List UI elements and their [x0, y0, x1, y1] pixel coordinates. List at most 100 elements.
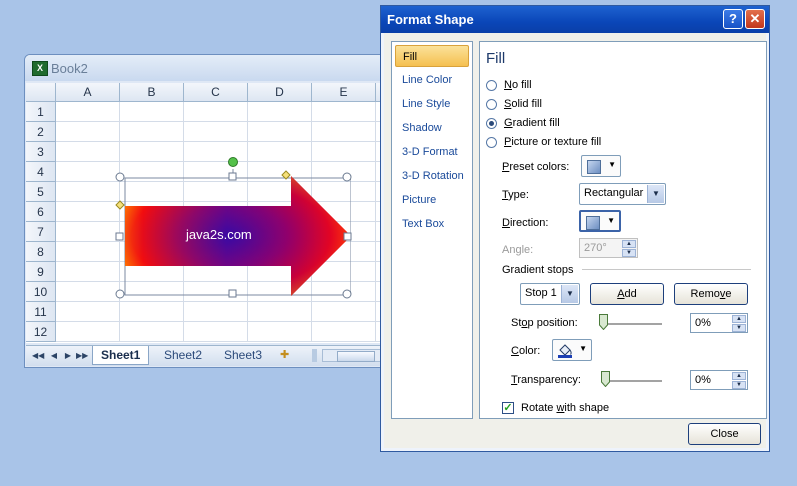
- row-header[interactable]: 4: [26, 162, 56, 182]
- spin-down-icon[interactable]: ▼: [622, 249, 636, 257]
- stop-value: Stop 1: [525, 287, 557, 299]
- stop-position-slider-thumb[interactable]: [599, 314, 608, 330]
- color-label: Color:: [511, 345, 541, 357]
- resize-handle-nw[interactable]: [115, 172, 125, 182]
- rotate-with-shape-label[interactable]: Rotate with shape: [521, 402, 609, 414]
- tab-split-handle[interactable]: [312, 349, 317, 362]
- last-sheet-button[interactable]: ▶▶: [76, 349, 88, 362]
- insert-sheet-icon[interactable]: ✚: [280, 348, 296, 362]
- help-button[interactable]: ?: [723, 9, 743, 29]
- rotate-with-shape-checkbox[interactable]: ✓: [502, 402, 514, 414]
- column-header-a[interactable]: A: [56, 83, 120, 102]
- sheet-tab-sheet2[interactable]: Sheet2: [156, 346, 210, 364]
- picture-fill-label[interactable]: Picture or texture fill: [504, 136, 601, 148]
- nav-item-line-color[interactable]: Line Color: [395, 69, 469, 91]
- spin-down-icon[interactable]: ▼: [732, 381, 746, 389]
- gradient-fill-label[interactable]: Gradient fill: [504, 117, 560, 129]
- row-header[interactable]: 12: [26, 322, 56, 342]
- row-header[interactable]: 1: [26, 102, 56, 122]
- sheet-tab-sheet3[interactable]: Sheet3: [216, 346, 270, 364]
- column-header-b[interactable]: B: [120, 83, 184, 102]
- resize-handle-n[interactable]: [228, 172, 237, 181]
- stop-position-slider[interactable]: [601, 323, 662, 326]
- sheet-tab-sheet1[interactable]: Sheet1: [92, 346, 150, 365]
- spin-down-icon[interactable]: ▼: [732, 324, 746, 332]
- chevron-down-icon[interactable]: ▼: [647, 185, 664, 203]
- section-divider: [582, 269, 751, 270]
- rotation-handle[interactable]: [228, 157, 238, 167]
- adjust-handle-left[interactable]: [115, 200, 125, 210]
- color-button[interactable]: ▼: [552, 339, 592, 361]
- excel-app-icon[interactable]: X: [32, 61, 48, 76]
- row-header[interactable]: 3: [26, 142, 56, 162]
- nav-item-3d-rotation[interactable]: 3-D Rotation: [395, 165, 469, 187]
- excel-title-bar[interactable]: X Book2: [25, 55, 405, 81]
- column-header-d[interactable]: D: [248, 83, 312, 102]
- row-header[interactable]: 7: [26, 222, 56, 242]
- nav-item-picture[interactable]: Picture: [395, 189, 469, 211]
- row-header[interactable]: 6: [26, 202, 56, 222]
- adjust-handle-top[interactable]: [281, 170, 291, 180]
- column-header-c[interactable]: C: [184, 83, 248, 102]
- select-all-corner[interactable]: [26, 83, 56, 102]
- spin-up-icon[interactable]: ▲: [622, 240, 636, 248]
- close-button[interactable]: Close: [688, 423, 761, 445]
- row-header[interactable]: 2: [26, 122, 56, 142]
- shape-text: java2s.com: [186, 227, 252, 242]
- next-sheet-button[interactable]: ▶: [62, 349, 74, 362]
- resize-handle-w[interactable]: [115, 232, 124, 241]
- resize-handle-sw[interactable]: [115, 289, 125, 299]
- row-header[interactable]: 5: [26, 182, 56, 202]
- remove-stop-button[interactable]: Remove: [674, 283, 748, 305]
- type-label: Type:: [502, 189, 529, 201]
- chevron-down-icon: ▼: [607, 216, 615, 225]
- stop-select[interactable]: Stop 1 ▼: [520, 283, 580, 305]
- nav-item-3d-format[interactable]: 3-D Format: [395, 141, 469, 163]
- preset-colors-label: Preset colors:: [502, 161, 570, 173]
- row-header[interactable]: 11: [26, 302, 56, 322]
- worksheet-grid[interactable]: A B C D E 1 2 3 4 5 6 7 8 9 10 11 12 jav…: [26, 83, 405, 343]
- nav-item-shadow[interactable]: Shadow: [395, 117, 469, 139]
- first-sheet-button[interactable]: ◀◀: [32, 349, 44, 362]
- no-fill-label[interactable]: No fill: [504, 79, 532, 91]
- column-header-e[interactable]: E: [312, 83, 376, 102]
- nav-item-fill[interactable]: Fill: [395, 45, 469, 67]
- dialog-title-bar[interactable]: Format Shape ? ✕: [381, 6, 769, 33]
- type-select[interactable]: Rectangular ▼: [579, 183, 666, 205]
- direction-button[interactable]: ▼: [579, 210, 621, 232]
- category-list: Fill Line Color Line Style Shadow 3-D Fo…: [391, 41, 473, 419]
- row-header[interactable]: 10: [26, 282, 56, 302]
- stop-position-value: 0%: [695, 317, 711, 329]
- close-icon[interactable]: ✕: [745, 9, 765, 29]
- nav-item-text-box[interactable]: Text Box: [395, 213, 469, 235]
- gradient-fill-radio[interactable]: [486, 118, 497, 129]
- nav-item-line-style[interactable]: Line Style: [395, 93, 469, 115]
- preset-colors-button[interactable]: ▼: [581, 155, 621, 177]
- workbook-title: Book2: [51, 61, 88, 76]
- no-fill-radio[interactable]: [486, 80, 497, 91]
- picture-fill-radio[interactable]: [486, 137, 497, 148]
- chevron-down-icon[interactable]: ▼: [561, 285, 578, 303]
- resize-handle-e[interactable]: [343, 232, 352, 241]
- resize-handle-se[interactable]: [342, 289, 352, 299]
- resize-handle-s[interactable]: [228, 289, 237, 298]
- row-header[interactable]: 8: [26, 242, 56, 262]
- scrollbar-thumb[interactable]: [337, 351, 375, 362]
- row-header[interactable]: 9: [26, 262, 56, 282]
- spin-up-icon[interactable]: ▲: [732, 315, 746, 323]
- prev-sheet-button[interactable]: ◀: [48, 349, 60, 362]
- angle-label: Angle:: [502, 244, 534, 256]
- angle-spinner[interactable]: 270° ▲ ▼: [579, 238, 638, 258]
- resize-handle-ne[interactable]: [342, 172, 352, 182]
- stop-position-spinner[interactable]: 0% ▲ ▼: [690, 313, 748, 333]
- dialog-title: Format Shape: [387, 12, 474, 27]
- transparency-slider-thumb[interactable]: [601, 371, 610, 387]
- solid-fill-radio[interactable]: [486, 99, 497, 110]
- panel-heading: Fill: [486, 50, 506, 67]
- transparency-spinner[interactable]: 0% ▲ ▼: [690, 370, 748, 390]
- transparency-slider[interactable]: [603, 380, 662, 383]
- spin-up-icon[interactable]: ▲: [732, 372, 746, 380]
- gradient-stops-label: Gradient stops: [502, 264, 574, 276]
- solid-fill-label[interactable]: Solid fill: [504, 98, 542, 110]
- add-stop-button[interactable]: Add: [590, 283, 664, 305]
